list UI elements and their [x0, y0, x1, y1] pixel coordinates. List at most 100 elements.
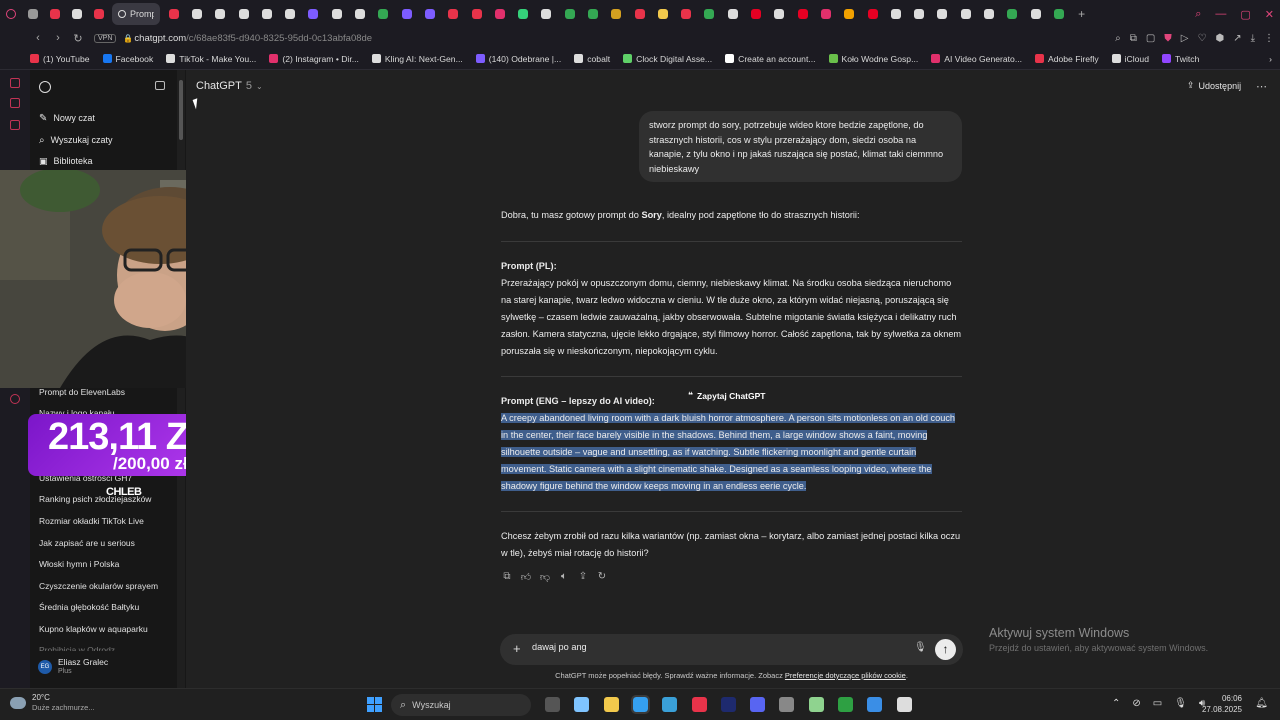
new-chat-button[interactable]: ✎ Nowy czat	[39, 109, 95, 127]
tab-favicon-icon[interactable]	[838, 0, 861, 28]
extensions-icon[interactable]: ⬢	[1215, 33, 1224, 44]
tab-favicon-icon[interactable]	[278, 0, 301, 28]
tab-favicon-icon[interactable]	[395, 0, 418, 28]
tab-favicon-icon[interactable]	[628, 0, 651, 28]
tab-favicon-icon[interactable]	[884, 0, 907, 28]
share-button[interactable]: ⇪ Udostępnij	[1187, 80, 1241, 91]
tab-favicon-icon[interactable]	[1047, 0, 1070, 28]
clock[interactable]: 06:06 27.08.2025	[1202, 693, 1242, 715]
regenerate-icon[interactable]: ↻	[596, 571, 608, 583]
model-selector[interactable]: ChatGPT 5 ⌄	[196, 80, 263, 92]
tab-favicon-icon[interactable]	[44, 0, 66, 28]
notifications-icon[interactable]: 🔔︎	[1255, 698, 1268, 709]
tab-favicon-icon[interactable]	[372, 0, 395, 28]
tab-favicon-icon[interactable]	[977, 0, 1000, 28]
heart-icon[interactable]: ♡	[1197, 33, 1206, 44]
search-tabs-icon[interactable]: ⌕	[1195, 8, 1201, 21]
chat-item[interactable]: Włoski hymn i Polska	[39, 559, 119, 569]
plus-icon[interactable]: +	[513, 641, 521, 656]
tab-favicon-icon[interactable]	[605, 0, 628, 28]
microphone-icon[interactable]: 🎙︎	[1174, 698, 1187, 709]
sidebar-scroll-thumb[interactable]	[179, 80, 183, 140]
tab-favicon-icon[interactable]	[162, 0, 185, 28]
bookmark-item[interactable]: Create an account...	[725, 54, 816, 64]
ask-chatgpt-button[interactable]: ❝ Zapytaj ChatGPT	[688, 390, 765, 401]
tab-favicon-icon[interactable]	[581, 0, 604, 28]
edge-icon[interactable]	[630, 695, 650, 714]
microphone-icon[interactable]: 🎙︎	[914, 642, 927, 653]
close-icon[interactable]: ✕	[1265, 8, 1274, 21]
tab-favicon-icon[interactable]	[558, 0, 581, 28]
tab-favicon-icon[interactable]	[88, 0, 110, 28]
forward-icon[interactable]: ›	[48, 32, 68, 44]
bookmark-item[interactable]: AI Video Generato...	[931, 54, 1022, 64]
paint-icon[interactable]	[867, 697, 883, 712]
minimize-icon[interactable]: —	[1215, 8, 1226, 20]
store-icon[interactable]	[662, 697, 678, 712]
tab-favicon-icon[interactable]	[348, 0, 371, 28]
openai-logo-icon[interactable]	[39, 81, 51, 93]
opera-icon[interactable]	[691, 697, 707, 712]
share-browser-icon[interactable]: ↗	[1233, 33, 1241, 44]
file-explorer-icon[interactable]	[603, 697, 619, 712]
messenger-icon[interactable]	[10, 78, 20, 88]
cookie-preferences-link[interactable]: Preferencje dotyczące plików cookie	[785, 671, 906, 680]
task-view-icon[interactable]	[545, 697, 560, 712]
chat-item[interactable]: Czyszczenie okularów sprayem	[39, 581, 158, 591]
tab-favicon-icon[interactable]	[418, 0, 441, 28]
network-icon[interactable]: ▭	[1153, 698, 1162, 709]
settings-icon[interactable]	[10, 394, 20, 404]
after-effects-icon[interactable]	[720, 697, 736, 712]
tab-favicon-icon[interactable]	[768, 0, 791, 28]
chat-item[interactable]: Kupno klapków w aquaparku	[39, 624, 148, 634]
wifi-off-icon[interactable]: ⊘	[1132, 698, 1140, 709]
chevron-up-icon[interactable]: ⌃	[1112, 698, 1120, 709]
new-tab-icon[interactable]: +	[1071, 0, 1093, 28]
tab-favicon-icon[interactable]	[698, 0, 721, 28]
tab-favicon-icon[interactable]	[209, 0, 232, 28]
tab-favicon-icon[interactable]	[651, 0, 674, 28]
tab-favicon-icon[interactable]	[66, 0, 88, 28]
notepad-icon[interactable]	[808, 697, 824, 712]
tab-favicon-icon[interactable]	[185, 0, 208, 28]
tab-favicon-icon[interactable]	[861, 0, 884, 28]
thumbs-down-icon[interactable]: 👎︎	[539, 571, 551, 583]
share-message-icon[interactable]: ⇪	[577, 571, 589, 583]
tab-favicon-icon[interactable]	[931, 0, 954, 28]
tab-favicon-icon[interactable]	[721, 0, 744, 28]
play-icon[interactable]: ▷	[1181, 33, 1189, 44]
user-profile[interactable]: EG Eliasz Gralec Plus	[38, 657, 108, 677]
tab-favicon-icon[interactable]	[908, 0, 931, 28]
copy-icon[interactable]: ⧉	[501, 571, 513, 583]
tab-favicon-icon[interactable]	[791, 0, 814, 28]
tab-favicon-icon[interactable]	[954, 0, 977, 28]
tab-favicon-icon[interactable]	[465, 0, 488, 28]
read-aloud-icon[interactable]: 🔈︎	[558, 571, 570, 583]
opera-menu-icon[interactable]	[0, 0, 22, 28]
tab-favicon-icon[interactable]	[1024, 0, 1047, 28]
tab-favicon-icon[interactable]	[1001, 0, 1024, 28]
taskbar-search[interactable]: ⌕ Wyszukaj	[391, 694, 531, 716]
shield-icon[interactable]: ⛊	[1164, 33, 1172, 44]
copilot-icon[interactable]	[574, 697, 590, 712]
bookmark-item[interactable]: (1) YouTube	[30, 54, 90, 64]
vpn-badge[interactable]: VPN	[94, 33, 117, 43]
obs-icon[interactable]	[838, 697, 853, 712]
tab-favicon-icon[interactable]	[442, 0, 465, 28]
whatsapp-icon[interactable]	[10, 98, 20, 108]
bookmark-item[interactable]: iCloud	[1111, 54, 1149, 64]
bookmarks-more-icon[interactable]: ›	[1269, 54, 1272, 64]
tab-favicon-icon[interactable]	[675, 0, 698, 28]
reload-icon[interactable]: ↻	[68, 32, 88, 45]
chat-item[interactable]: Średnia głębokość Bałtyku	[39, 602, 139, 612]
tab-favicon-icon[interactable]	[535, 0, 558, 28]
download-icon[interactable]: ⤓	[1251, 33, 1255, 44]
send-button[interactable]: ↑	[935, 639, 956, 660]
bookmark-item[interactable]: Twitch	[1162, 54, 1199, 64]
settings-icon[interactable]	[779, 697, 795, 712]
copy-icon[interactable]: ⧉	[1130, 33, 1137, 44]
url-field[interactable]: chatgpt.com/c/68ae83f5-d940-8325-95dd-0c…	[134, 33, 372, 44]
chat-item[interactable]: Prohibicja w Odrodz...	[39, 645, 122, 651]
bookmark-item[interactable]: TikTok - Make You...	[166, 54, 256, 64]
search-chats-button[interactable]: ⌕ Wyszukaj czaty	[39, 131, 113, 149]
